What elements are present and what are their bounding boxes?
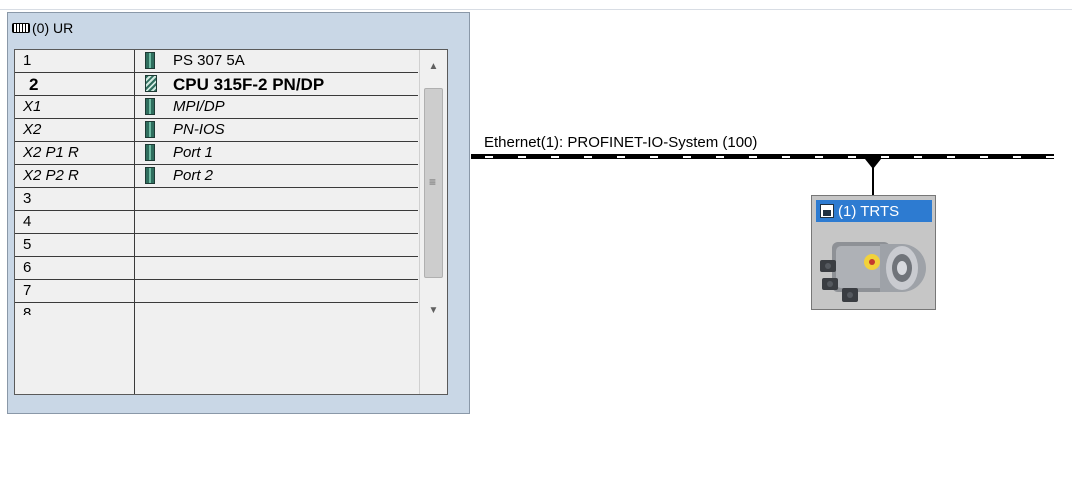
module-name: Port 1	[173, 144, 214, 161]
rack-row-4[interactable]: 4	[15, 211, 418, 234]
device-title-bar[interactable]: (1) TRTS	[816, 200, 932, 222]
rack-title: (0) UR	[32, 20, 74, 36]
scrollbar-thumb[interactable]: ≡	[424, 88, 443, 278]
module-name: PN-IOS	[173, 121, 225, 138]
slot-number: X2 P2 R	[23, 167, 79, 184]
device-title: (1) TRTS	[838, 202, 900, 220]
scroll-up-arrow-icon[interactable]: ▲	[420, 56, 447, 78]
module-icon	[145, 52, 155, 69]
rack-title-bar[interactable]: (0) UR	[12, 18, 73, 38]
slot-number: 5	[23, 236, 32, 253]
ethernet-bus-line[interactable]	[471, 154, 1054, 159]
device-station-icon	[820, 204, 834, 218]
scroll-down-arrow-icon[interactable]: ▼	[420, 300, 447, 322]
slot-number: 2	[29, 75, 39, 94]
module-name: MPI/DP	[173, 98, 225, 115]
rack-row-x2-p2[interactable]: X2 P2 R Port 2	[15, 165, 418, 188]
slot-number: X2 P1 R	[23, 144, 79, 161]
module-icon	[145, 98, 155, 115]
module-icon	[145, 144, 155, 161]
slot-number: 1	[23, 52, 32, 69]
rack-row-7[interactable]: 7	[15, 280, 418, 303]
module-name: CPU 315F-2 PN/DP	[173, 75, 325, 94]
rack-row-5[interactable]: 5	[15, 234, 418, 257]
rack-row-x2-p1[interactable]: X2 P1 R Port 1	[15, 142, 418, 165]
slot-number: 8	[23, 305, 32, 315]
io-device-trts[interactable]: (1) TRTS	[811, 195, 936, 310]
encoder-device-image	[818, 224, 930, 306]
slot-number: 4	[23, 213, 32, 230]
module-name: PS 307 5A	[173, 52, 245, 69]
rack-row-2[interactable]: 2 CPU 315F-2 PN/DP	[15, 73, 418, 96]
network-label[interactable]: Ethernet(1): PROFINET-IO-System (100)	[484, 134, 757, 151]
top-divider	[0, 9, 1072, 10]
cpu-module-icon	[145, 75, 157, 92]
grip-icon: ≡	[429, 175, 437, 189]
rack-slot-table[interactable]: 1 PS 307 5A 2 CPU 315F-2 PN/DP X1 MPI/DP…	[14, 49, 448, 395]
slot-number: 7	[23, 282, 32, 299]
vertical-scrollbar[interactable]: ▲ ≡ ▼	[419, 50, 447, 394]
rack-row-3[interactable]: 3	[15, 188, 418, 211]
rack-row-x2[interactable]: X2 PN-IOS	[15, 119, 418, 142]
rack-row-6[interactable]: 6	[15, 257, 418, 280]
module-icon	[145, 167, 155, 184]
module-name: Port 2	[173, 167, 214, 184]
slot-number: 6	[23, 259, 32, 276]
rack-row-8[interactable]: 8	[15, 303, 418, 315]
slot-number: 3	[23, 190, 32, 207]
module-icon	[145, 121, 155, 138]
rack-row-1[interactable]: 1 PS 307 5A	[15, 50, 418, 73]
rack-icon	[12, 23, 30, 33]
device-connection-line	[872, 167, 874, 195]
slot-number: X2	[23, 121, 42, 138]
rack-row-x1[interactable]: X1 MPI/DP	[15, 96, 418, 119]
slot-number: X1	[23, 98, 42, 115]
